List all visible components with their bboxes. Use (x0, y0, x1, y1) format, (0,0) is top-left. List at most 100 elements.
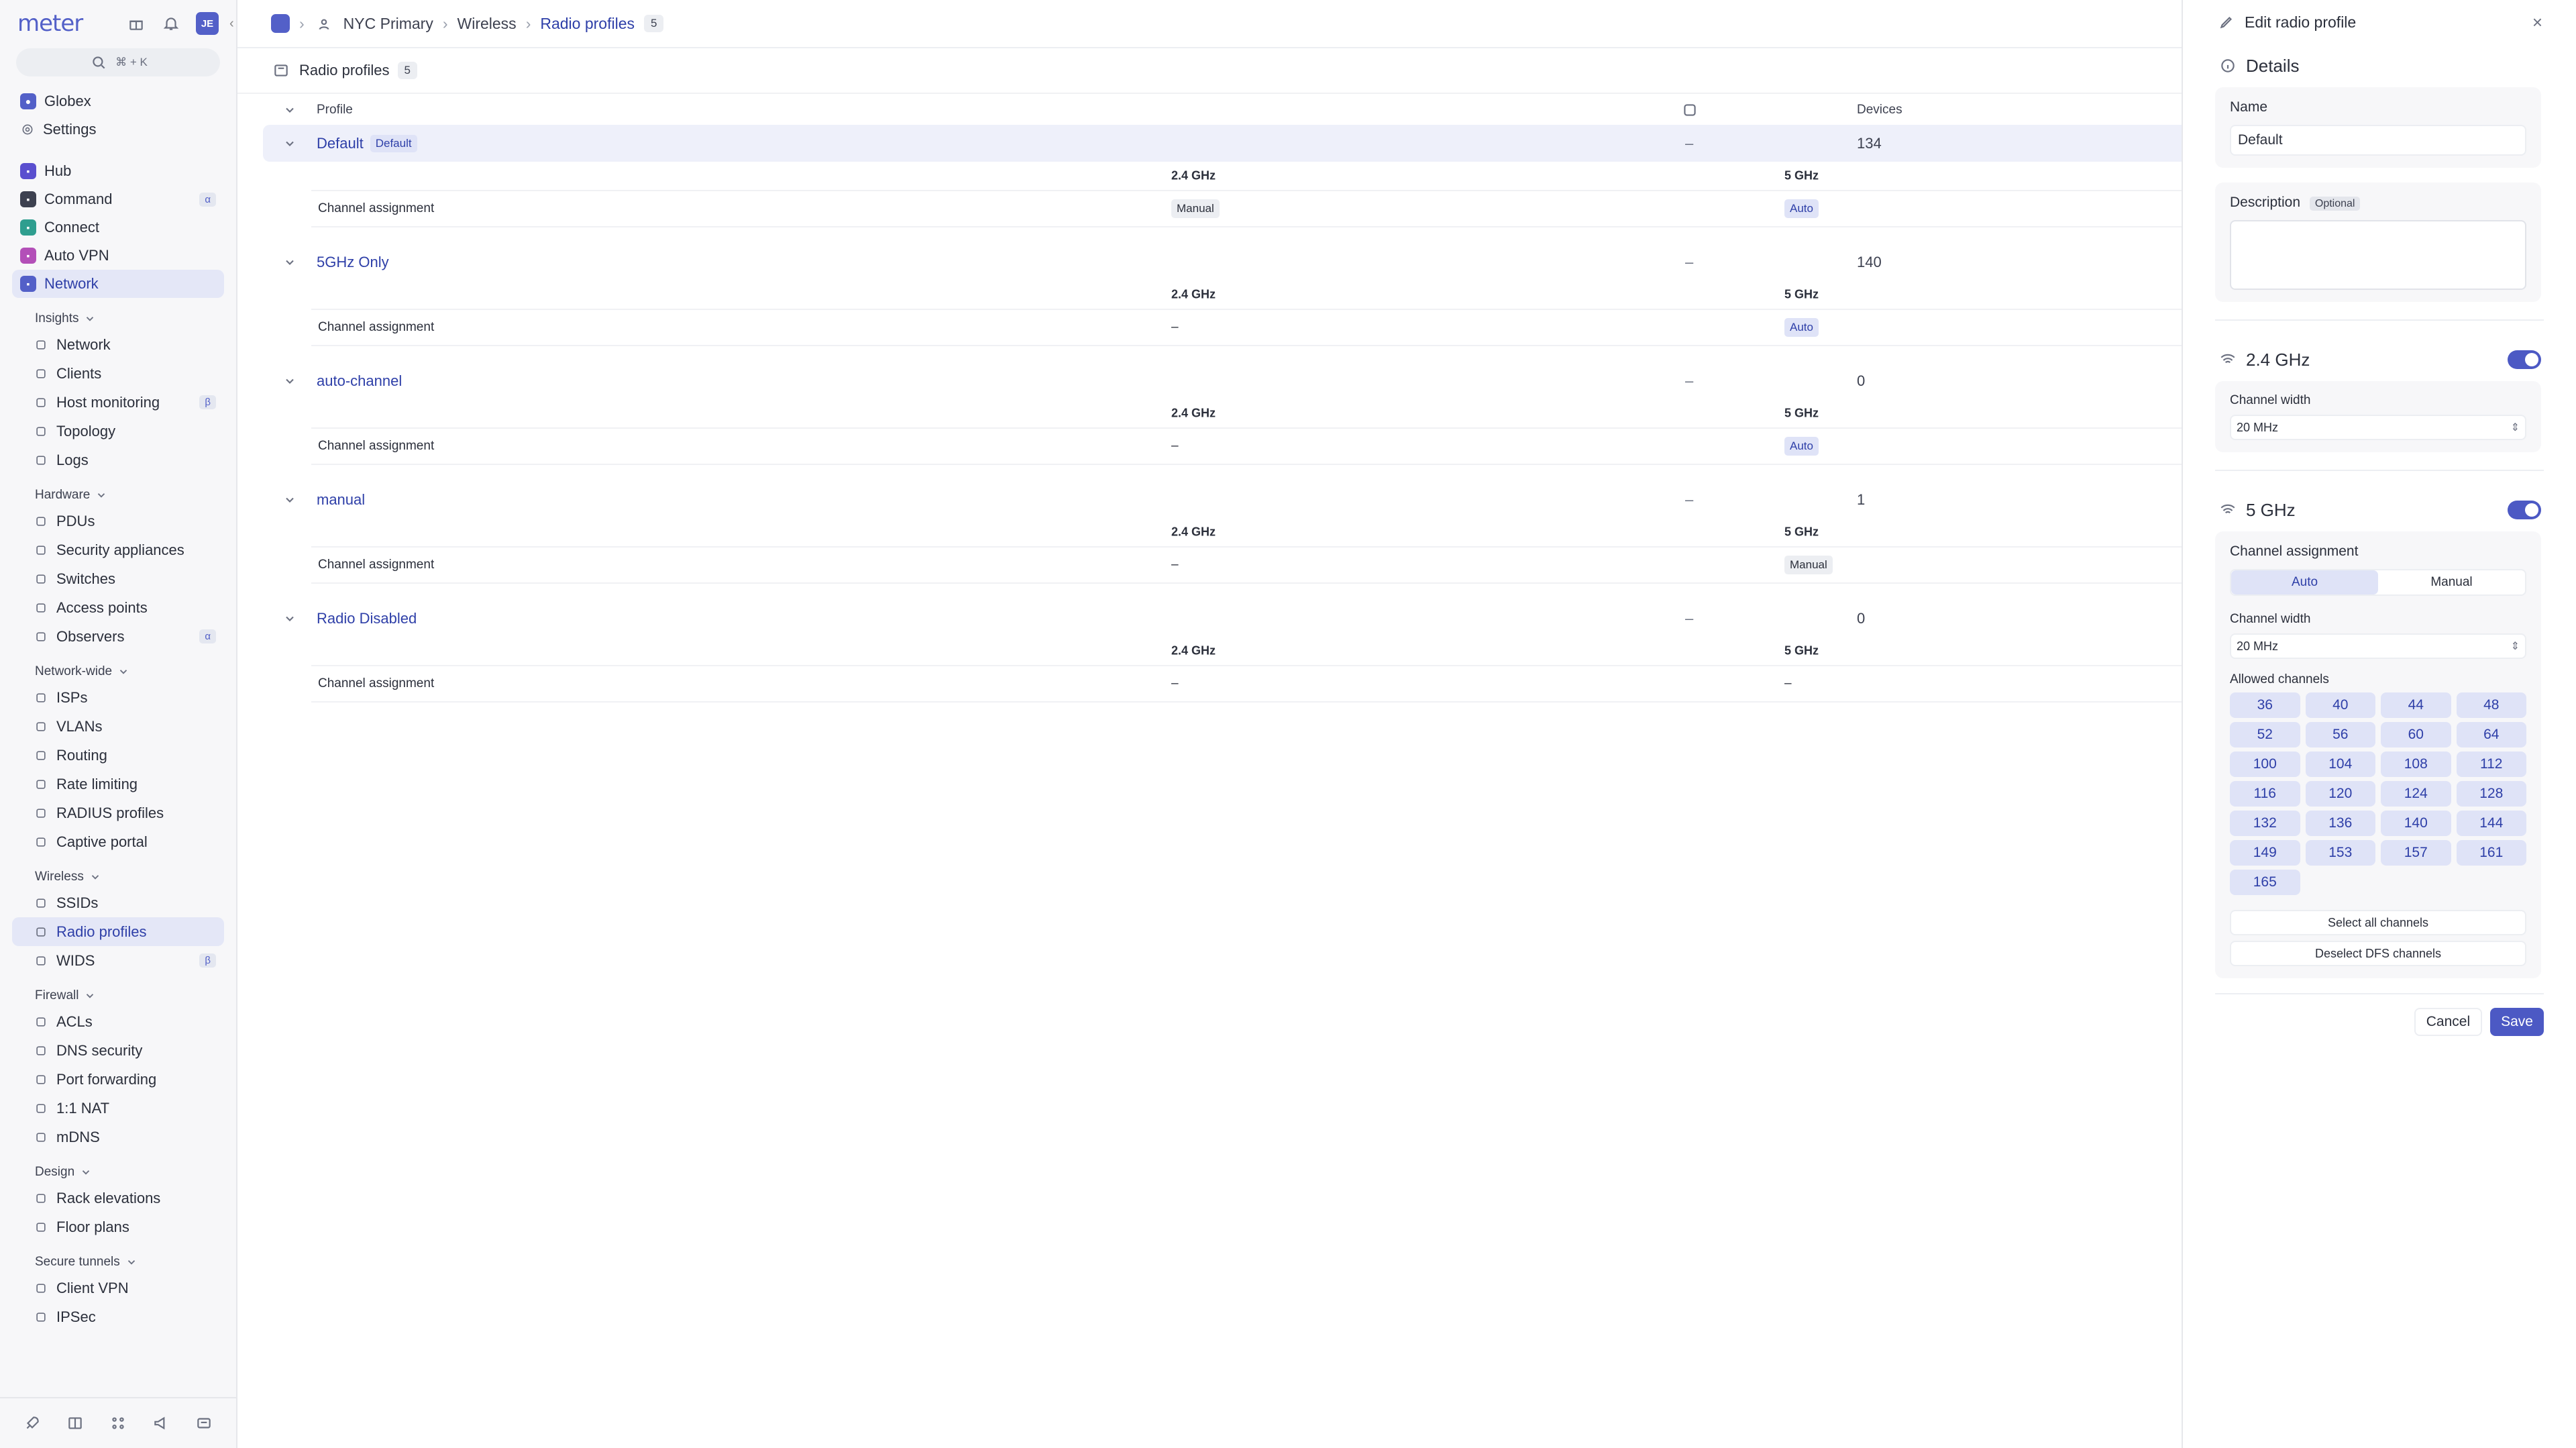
channel-chip[interactable]: 140 (2381, 811, 2451, 836)
sidebar-item-hub[interactable]: ▪Hub (12, 157, 224, 185)
profile-column-header[interactable]: Profile (317, 103, 353, 117)
section-insights[interactable]: Insights (12, 298, 224, 330)
sidebar-item-mdns[interactable]: mDNS (12, 1123, 224, 1151)
section-secure-tunnels[interactable]: Secure tunnels (12, 1241, 224, 1274)
sidebar-item-access-points[interactable]: Access points (12, 593, 224, 622)
save-button[interactable]: Save (2490, 1008, 2544, 1036)
band-5-width-select[interactable]: 20 MHz ⇕ (2230, 633, 2526, 659)
name-field[interactable]: Default (2230, 125, 2526, 156)
channel-chip[interactable]: 44 (2381, 692, 2451, 718)
megaphone-icon[interactable] (151, 1413, 171, 1433)
sidebar-item-rate-limiting[interactable]: Rate limiting (12, 770, 224, 798)
profile-name[interactable]: Default (317, 135, 364, 152)
channel-chip[interactable]: 132 (2230, 811, 2300, 836)
search-button[interactable]: ⌘ + K (16, 48, 220, 76)
channel-chip[interactable]: 161 (2457, 840, 2527, 866)
seg-auto-button[interactable]: Auto (2231, 570, 2378, 594)
chevron-down-icon[interactable] (263, 493, 317, 507)
cancel-button[interactable]: Cancel (2414, 1008, 2482, 1036)
channel-chip[interactable]: 128 (2457, 781, 2527, 807)
sidebar-item-rack-elevations[interactable]: Rack elevations (12, 1184, 224, 1212)
sidebar-item-org[interactable]: ● Globex (12, 87, 224, 115)
sidebar-item-switches[interactable]: Switches (12, 564, 224, 593)
sidebar-item-client-vpn[interactable]: Client VPN (12, 1274, 224, 1302)
avatar[interactable]: JE (196, 12, 219, 35)
table-row[interactable]: manual–1 (263, 481, 2188, 518)
section-firewall[interactable]: Firewall (12, 975, 224, 1007)
sidebar-item-settings[interactable]: Settings (12, 115, 224, 144)
sidebar-item-security-appliances[interactable]: Security appliances (12, 535, 224, 564)
sidebar-item-host-monitoring[interactable]: Host monitoringβ (12, 388, 224, 417)
sidebar-item-logs[interactable]: Logs (12, 446, 224, 474)
sidebar-item-floor-plans[interactable]: Floor plans (12, 1212, 224, 1241)
breadcrumb-site[interactable]: NYC Primary (343, 15, 433, 33)
sidebar-item-connect[interactable]: ▪Connect (12, 213, 224, 242)
channel-chip[interactable]: 149 (2230, 840, 2300, 866)
sidebar-item-captive-portal[interactable]: Captive portal (12, 827, 224, 856)
sidebar-item-topology[interactable]: Topology (12, 417, 224, 446)
sidebar-item-1-1-nat[interactable]: 1:1 NAT (12, 1094, 224, 1123)
channel-chip[interactable]: 104 (2306, 752, 2376, 777)
section-wireless[interactable]: Wireless (12, 856, 224, 888)
sidebar-item-observers[interactable]: Observersα (12, 622, 224, 651)
sidebar-item-network[interactable]: ▪Network (12, 270, 224, 298)
channel-chip[interactable]: 100 (2230, 752, 2300, 777)
apps-icon[interactable] (108, 1413, 128, 1433)
breadcrumb-section[interactable]: Wireless (458, 15, 517, 33)
table-row[interactable]: 5GHz Only–140 (263, 244, 2188, 280)
section-hardware[interactable]: Hardware (12, 474, 224, 507)
devices-column-header[interactable]: Devices (1857, 103, 1902, 117)
table-row[interactable]: Radio Disabled–0 (263, 600, 2188, 637)
sidebar-item-command[interactable]: ▪Commandα (12, 185, 224, 213)
sidebar-item-isps[interactable]: ISPs (12, 683, 224, 712)
channel-chip[interactable]: 153 (2306, 840, 2376, 866)
sidebar-item-pdus[interactable]: PDUs (12, 507, 224, 535)
select-all-channels-button[interactable]: Select all channels (2230, 910, 2526, 935)
bell-icon[interactable] (161, 13, 181, 34)
sidebar-item-routing[interactable]: Routing (12, 741, 224, 770)
profile-name[interactable]: 5GHz Only (317, 254, 389, 271)
channel-chip[interactable]: 56 (2306, 722, 2376, 747)
chevron-down-icon[interactable] (263, 256, 317, 269)
channel-chip[interactable]: 52 (2230, 722, 2300, 747)
book-icon[interactable] (65, 1413, 85, 1433)
deselect-dfs-button[interactable]: Deselect DFS channels (2230, 941, 2526, 966)
rocket-icon[interactable] (22, 1413, 42, 1433)
seg-manual-button[interactable]: Manual (2378, 570, 2525, 594)
sidebar-item-vlans[interactable]: VLANs (12, 712, 224, 741)
sidebar-item-wids[interactable]: WIDSβ (12, 946, 224, 975)
close-icon[interactable]: × (2532, 12, 2542, 33)
profile-name[interactable]: auto-channel (317, 372, 402, 390)
sidebar-item-ssids[interactable]: SSIDs (12, 888, 224, 917)
channel-chip[interactable]: 157 (2381, 840, 2451, 866)
chevron-down-icon[interactable] (263, 374, 317, 388)
channel-chip[interactable]: 136 (2306, 811, 2376, 836)
channel-chip[interactable]: 124 (2381, 781, 2451, 807)
channel-chip[interactable]: 64 (2457, 722, 2527, 747)
sidebar-item-ipsec[interactable]: IPSec (12, 1302, 224, 1331)
channel-chip[interactable]: 165 (2230, 870, 2300, 895)
channel-chip[interactable]: 112 (2457, 752, 2527, 777)
sidebar-item-auto-vpn[interactable]: ▪Auto VPN (12, 242, 224, 270)
chat-icon[interactable] (194, 1413, 214, 1433)
gift-icon[interactable] (126, 13, 146, 34)
channel-chip[interactable]: 144 (2457, 811, 2527, 836)
table-row[interactable]: DefaultDefault–134 (263, 125, 2188, 162)
sidebar-item-radius-profiles[interactable]: RADIUS profiles (12, 798, 224, 827)
meter-logo[interactable]: meter (17, 10, 83, 37)
channel-chip[interactable]: 48 (2457, 692, 2527, 718)
band-24-width-select[interactable]: 20 MHz ⇕ (2230, 415, 2526, 440)
sidebar-item-acls[interactable]: ACLs (12, 1007, 224, 1036)
profile-name[interactable]: manual (317, 491, 365, 509)
profile-name[interactable]: Radio Disabled (317, 610, 417, 627)
sidebar-item-network[interactable]: Network (12, 330, 224, 359)
channel-chip[interactable]: 120 (2306, 781, 2376, 807)
sidebar-item-dns-security[interactable]: DNS security (12, 1036, 224, 1065)
channel-chip[interactable]: 36 (2230, 692, 2300, 718)
channel-chip[interactable]: 60 (2381, 722, 2451, 747)
chevron-down-icon[interactable] (263, 103, 317, 117)
sidebar-item-radio-profiles[interactable]: Radio profiles (12, 917, 224, 946)
description-field[interactable] (2230, 220, 2526, 290)
channel-chip[interactable]: 116 (2230, 781, 2300, 807)
table-row[interactable]: auto-channel–0 (263, 362, 2188, 399)
